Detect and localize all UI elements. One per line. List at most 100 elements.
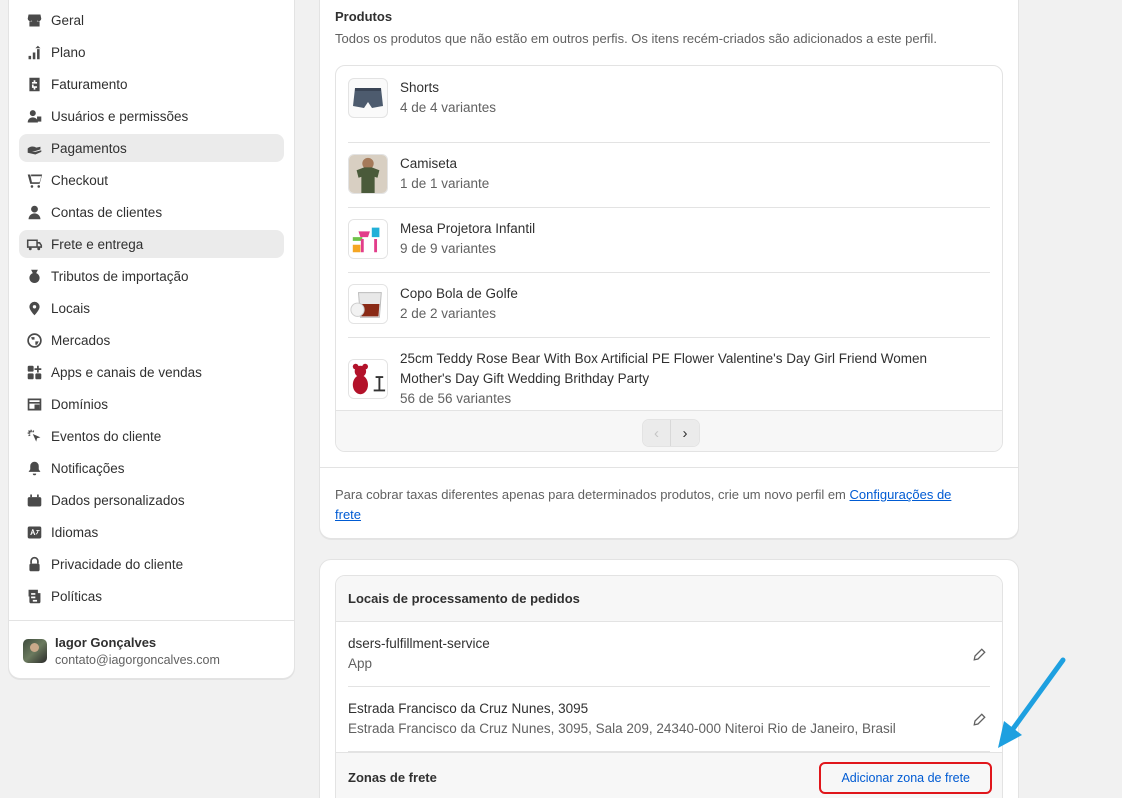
sidebar-item-label: Dados personalizados bbox=[51, 492, 185, 508]
user-name: Iagor Gonçalves bbox=[55, 635, 157, 650]
lock-icon bbox=[25, 555, 43, 573]
product-thumbnail-bear bbox=[348, 359, 388, 399]
bell-icon bbox=[25, 459, 43, 477]
avatar bbox=[23, 639, 47, 663]
next-page-button[interactable]: › bbox=[671, 420, 699, 446]
location-name: dsers-fulfillment-service bbox=[348, 636, 490, 651]
shipping-settings-link[interactable]: Configurações de bbox=[850, 487, 952, 502]
sidebar-item-mercados[interactable]: Mercados bbox=[19, 326, 284, 354]
sidebar-item-label: Eventos do cliente bbox=[51, 428, 162, 444]
user-email: contato@iagorgoncalves.com bbox=[55, 653, 220, 667]
sidebar-item-label: Usuários e permissões bbox=[51, 108, 189, 124]
sidebar-item-privacidade[interactable]: Privacidade do cliente bbox=[19, 550, 284, 578]
product-variants: 56 de 56 variantes bbox=[400, 391, 512, 406]
product-name: 25cm Teddy Rose Bear With Box Artificial… bbox=[400, 351, 928, 366]
sidebar-item-usuarios[interactable]: Usuários e permissões bbox=[19, 102, 284, 130]
sidebar-item-plano[interactable]: Plano bbox=[19, 38, 284, 66]
sidebar-item-label: Privacidade do cliente bbox=[51, 556, 184, 572]
users-icon bbox=[25, 107, 43, 125]
sidebar-item-label: Apps e canais de vendas bbox=[51, 364, 202, 380]
fulfillment-locations-title: Locais de processamento de pedidos bbox=[336, 576, 1002, 622]
products-description: Todos os produtos que não estão em outro… bbox=[335, 31, 937, 46]
edit-location-button[interactable] bbox=[970, 710, 988, 728]
store-icon bbox=[25, 11, 43, 29]
product-row[interactable]: Mesa Projetora Infantil 9 de 9 variantes bbox=[348, 208, 990, 273]
sidebar-item-label: Pagamentos bbox=[51, 140, 127, 156]
shipping-settings-link-cont[interactable]: frete bbox=[335, 507, 361, 522]
products-card: Produtos Todos os produtos que não estão… bbox=[319, 0, 1019, 539]
sidebar-item-locais[interactable]: Locais bbox=[19, 294, 284, 322]
location-row: Estrada Francisco da Cruz Nunes, 3095 Es… bbox=[348, 687, 990, 752]
product-row[interactable]: Camiseta 1 de 1 variante bbox=[348, 143, 990, 208]
fulfillment-locations-box: Locais de processamento de pedidos dsers… bbox=[335, 575, 1003, 798]
sidebar-item-label: Geral bbox=[51, 12, 85, 28]
person-icon bbox=[25, 203, 43, 221]
sidebar-item-dados[interactable]: Dados personalizados bbox=[19, 486, 284, 514]
product-variants: 4 de 4 variantes bbox=[400, 100, 497, 115]
sidebar-item-dominios[interactable]: Domínios bbox=[19, 390, 284, 418]
sidebar-item-pagamentos[interactable]: Pagamentos bbox=[19, 134, 284, 162]
pagination-controls: ‹ › bbox=[642, 419, 700, 447]
cursor-icon bbox=[25, 427, 43, 445]
sidebar-item-label: Faturamento bbox=[51, 76, 128, 92]
sidebar-item-label: Mercados bbox=[51, 332, 111, 348]
sidebar-item-contas[interactable]: Contas de clientes bbox=[19, 198, 284, 226]
cart-icon bbox=[25, 171, 43, 189]
sidebar-item-politicas[interactable]: Políticas bbox=[19, 582, 284, 610]
sidebar-item-label: Checkout bbox=[51, 172, 109, 188]
location-name: Estrada Francisco da Cruz Nunes, 3095 bbox=[348, 701, 589, 716]
sidebar-item-label: Políticas bbox=[51, 588, 103, 604]
plan-icon bbox=[25, 43, 43, 61]
product-variants: 1 de 1 variante bbox=[400, 176, 490, 191]
product-thumbnail-glass bbox=[348, 284, 388, 324]
sidebar-item-eventos[interactable]: Eventos do cliente bbox=[19, 422, 284, 450]
account-footer[interactable]: Iagor Gonçalves contato@iagorgoncalves.c… bbox=[9, 620, 294, 669]
sidebar-item-geral[interactable]: Geral bbox=[19, 6, 284, 34]
card-divider bbox=[320, 467, 1018, 468]
truck-icon bbox=[25, 235, 43, 253]
duties-icon bbox=[25, 267, 43, 285]
product-thumbnail-toy bbox=[348, 219, 388, 259]
product-list: Shorts 4 de 4 variantes Camiseta 1 de 1 … bbox=[335, 65, 1003, 452]
location-row: dsers-fulfillment-service App bbox=[348, 622, 990, 687]
policy-icon bbox=[25, 587, 43, 605]
previous-page-button[interactable]: ‹ bbox=[643, 420, 671, 446]
billing-icon bbox=[25, 75, 43, 93]
sidebar-item-notificacoes[interactable]: Notificações bbox=[19, 454, 284, 482]
sidebar-item-label: Tributos de importação bbox=[51, 268, 189, 284]
apps-icon bbox=[25, 363, 43, 381]
product-row[interactable]: 25cm Teddy Rose Bear With Box Artificial… bbox=[348, 338, 990, 410]
settings-sidebar: Geral Plano Faturamento Usuários e permi… bbox=[8, 0, 295, 679]
product-variants: 2 de 2 variantes bbox=[400, 306, 497, 321]
sidebar-item-checkout[interactable]: Checkout bbox=[19, 166, 284, 194]
pagination: ‹ › bbox=[336, 410, 1002, 451]
sidebar-item-label: Notificações bbox=[51, 460, 125, 476]
sidebar-item-label: Contas de clientes bbox=[51, 204, 163, 220]
chevron-left-icon: ‹ bbox=[654, 424, 659, 442]
location-detail: App bbox=[348, 656, 373, 671]
edit-location-button[interactable] bbox=[970, 645, 988, 663]
shipping-zones-header: Zonas de frete Adicionar zona de frete bbox=[336, 752, 1002, 798]
product-row[interactable]: Copo Bola de Golfe 2 de 2 variantes bbox=[348, 273, 990, 338]
pencil-icon bbox=[972, 647, 986, 661]
products-title: Produtos bbox=[335, 9, 393, 24]
sidebar-item-apps[interactable]: Apps e canais de vendas bbox=[19, 358, 284, 386]
product-name: Copo Bola de Golfe bbox=[400, 286, 518, 301]
location-icon bbox=[25, 299, 43, 317]
language-icon bbox=[25, 523, 43, 541]
sidebar-item-label: Frete e entrega bbox=[51, 236, 144, 252]
sidebar-item-idiomas[interactable]: Idiomas bbox=[19, 518, 284, 546]
chevron-right-icon: › bbox=[682, 424, 688, 442]
sidebar-item-label: Idiomas bbox=[51, 524, 99, 540]
note-text: Para cobrar taxas diferentes apenas para… bbox=[335, 487, 850, 502]
product-variants: 9 de 9 variantes bbox=[400, 241, 497, 256]
shipping-profile-note: Para cobrar taxas diferentes apenas para… bbox=[335, 485, 1005, 525]
product-row[interactable]: Shorts 4 de 4 variantes bbox=[348, 78, 990, 143]
sidebar-item-faturamento[interactable]: Faturamento bbox=[19, 70, 284, 98]
add-shipping-zone-button[interactable]: Adicionar zona de frete bbox=[819, 761, 992, 794]
sidebar-item-frete[interactable]: Frete e entrega bbox=[19, 230, 284, 258]
sidebar-item-tributos[interactable]: Tributos de importação bbox=[19, 262, 284, 290]
product-name: Mesa Projetora Infantil bbox=[400, 221, 536, 236]
fulfillment-card: Locais de processamento de pedidos dsers… bbox=[319, 559, 1019, 798]
pencil-icon bbox=[972, 712, 986, 726]
